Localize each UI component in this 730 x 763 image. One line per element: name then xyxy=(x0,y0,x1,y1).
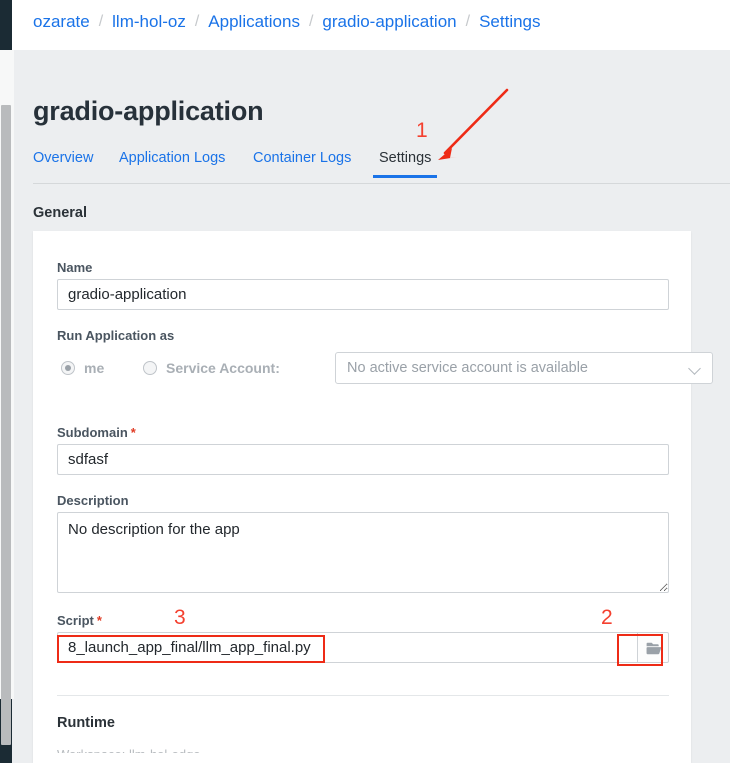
annotation-marker-1: 1 xyxy=(416,119,428,142)
breadcrumb-separator: / xyxy=(98,13,104,30)
radio-service-account-label: Service Account: xyxy=(166,360,280,376)
runtime-workspace-text: Workspace: llm-hol-edge xyxy=(57,748,201,753)
breadcrumb-separator: / xyxy=(194,13,200,30)
script-required-marker: * xyxy=(96,613,102,628)
breadcrumb-item-applications[interactable]: Applications xyxy=(207,12,301,32)
tab-bar-underline xyxy=(33,183,730,184)
radio-me-label: me xyxy=(84,360,105,376)
folder-open-icon xyxy=(646,642,662,655)
breadcrumb-item-llm-hol-oz[interactable]: llm-hol-oz xyxy=(111,12,187,32)
name-label: Name xyxy=(57,260,93,275)
general-settings-card: Name Run Application as me Service Accou… xyxy=(33,231,713,763)
radio-option-me[interactable]: me xyxy=(61,352,104,384)
left-nav-rail-top xyxy=(0,0,12,50)
script-label-text: Script xyxy=(57,613,94,628)
run-application-as-options: me Service Account: No active service ac… xyxy=(57,352,713,384)
description-label: Description xyxy=(57,493,129,508)
script-input[interactable] xyxy=(57,632,637,663)
tab-overview[interactable]: Overview xyxy=(33,150,93,176)
tab-settings[interactable]: Settings xyxy=(372,150,438,178)
radio-service-account-icon[interactable] xyxy=(143,361,157,375)
subdomain-required-marker: * xyxy=(130,425,136,440)
breadcrumb-separator: / xyxy=(465,13,471,30)
service-account-select[interactable]: No active service account is available xyxy=(335,352,713,384)
tab-application-logs[interactable]: Application Logs xyxy=(119,150,225,176)
page-scrollbar-thumb[interactable] xyxy=(1,105,11,745)
radio-option-service-account[interactable]: Service Account: xyxy=(143,352,280,384)
annotation-marker-2: 2 xyxy=(601,606,613,629)
chevron-down-icon xyxy=(690,364,701,375)
breadcrumb-item-settings[interactable]: Settings xyxy=(478,12,541,32)
section-heading-runtime: Runtime xyxy=(57,715,115,731)
main-content: gradio-application Overview Application … xyxy=(14,50,730,763)
description-textarea[interactable]: No description for the app xyxy=(57,512,669,593)
script-label: Script * xyxy=(57,613,102,628)
app-root: ozarate / llm-hol-oz / Applications / gr… xyxy=(0,0,730,763)
breadcrumb-separator: / xyxy=(308,13,314,30)
tab-container-logs[interactable]: Container Logs xyxy=(253,150,351,176)
section-heading-general: General xyxy=(33,205,87,221)
radio-me-icon[interactable] xyxy=(61,361,75,375)
top-bar: ozarate / llm-hol-oz / Applications / gr… xyxy=(12,0,730,50)
page-scrollbar-track[interactable] xyxy=(0,50,14,745)
script-browse-button[interactable] xyxy=(637,632,669,663)
page-title: gradio-application xyxy=(33,96,264,127)
subdomain-label: Subdomain * xyxy=(57,425,136,440)
subdomain-label-text: Subdomain xyxy=(57,425,128,440)
tab-bar: Overview Application Logs Container Logs… xyxy=(33,150,730,184)
card-divider xyxy=(57,695,669,696)
annotation-marker-3: 3 xyxy=(174,606,186,629)
breadcrumb-item-ozarate[interactable]: ozarate xyxy=(32,12,91,32)
subdomain-input[interactable] xyxy=(57,444,669,475)
breadcrumb-item-gradio-application[interactable]: gradio-application xyxy=(321,12,457,32)
service-account-select-value: No active service account is available xyxy=(347,360,588,376)
run-application-as-label: Run Application as xyxy=(57,328,175,343)
breadcrumb: ozarate / llm-hol-oz / Applications / gr… xyxy=(32,12,542,32)
name-input[interactable] xyxy=(57,279,669,310)
